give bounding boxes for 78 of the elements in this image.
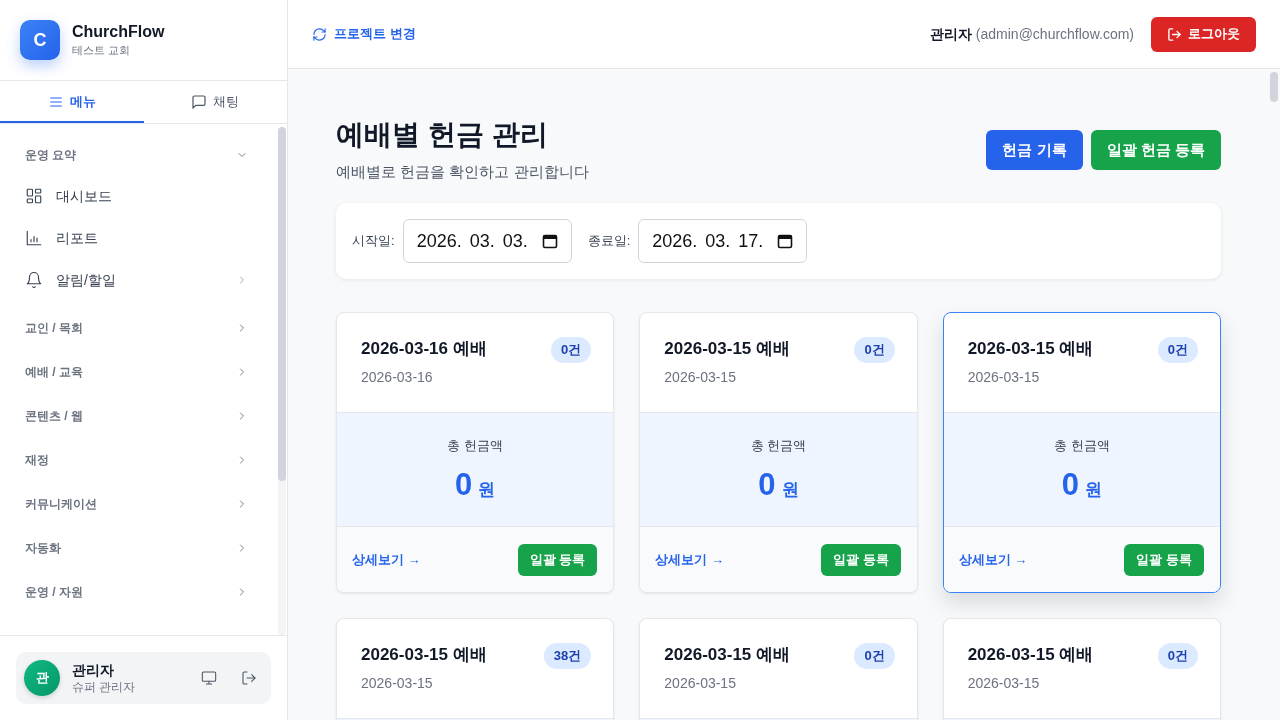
service-title: 2026-03-16 예배 bbox=[361, 338, 487, 360]
count-badge: 0건 bbox=[854, 337, 895, 363]
end-date-field[interactable]: 2026. 03. 17. bbox=[638, 219, 808, 263]
refresh-icon bbox=[312, 26, 327, 42]
user-email: (admin@churchflow.com) bbox=[975, 24, 1134, 44]
service-date: 2026-03-15 bbox=[361, 674, 434, 693]
menu-item[interactable]: 대시보드 bbox=[24, 175, 248, 217]
menu-item-label: 알림/할일 bbox=[56, 270, 116, 290]
total-label: 총 헌금액 bbox=[1054, 436, 1110, 455]
service-date: 2026-03-15 bbox=[967, 674, 1041, 693]
service-title: 2026-03-15 예배 bbox=[361, 644, 487, 666]
count-badge: 0건 bbox=[854, 643, 895, 669]
bell-icon bbox=[25, 271, 43, 289]
currency-unit: 원 bbox=[478, 478, 496, 501]
bulk-register-button[interactable]: 일괄 등록 bbox=[821, 543, 901, 576]
menu-section-header[interactable]: 운영 / 자원 bbox=[24, 570, 248, 614]
menu-section-header[interactable]: 재정 bbox=[24, 438, 248, 482]
detail-link[interactable]: 상세보기 → bbox=[352, 549, 421, 570]
menu-item-label: 리포트 bbox=[56, 228, 98, 248]
bulk-register-button[interactable]: 일괄 등록 bbox=[1124, 543, 1204, 576]
menu-item[interactable]: 알림/할일 bbox=[24, 259, 248, 301]
count-badge: 0건 bbox=[551, 337, 592, 363]
logout-icon bbox=[1167, 26, 1182, 42]
logo-icon: C bbox=[20, 20, 60, 60]
bar-chart-icon bbox=[25, 229, 43, 247]
service-title: 2026-03-15 예배 bbox=[967, 338, 1094, 360]
start-date-label: 시작일: bbox=[352, 232, 395, 251]
calendar-icon bbox=[777, 233, 794, 249]
page-title: 예배별 헌금 관리 bbox=[336, 118, 549, 152]
end-date-label: 종료일: bbox=[587, 232, 631, 251]
service-title: 2026-03-15 예배 bbox=[967, 644, 1094, 666]
record-offering-button[interactable]: 헌금 기록 bbox=[986, 130, 1083, 170]
detail-link[interactable]: 상세보기 → bbox=[958, 549, 1028, 570]
chat-bubble-icon bbox=[191, 94, 208, 110]
logout-icon bbox=[241, 670, 257, 686]
service-date: 2026-03-15 bbox=[664, 368, 737, 387]
menu-section-header[interactable]: 콘텐츠 / 웹 bbox=[24, 394, 248, 438]
project-switch-link[interactable]: 프로젝트 변경 bbox=[312, 24, 416, 44]
user-role: 슈퍼 관리자 bbox=[72, 679, 136, 695]
total-label: 총 헌금액 bbox=[447, 436, 503, 455]
service-date: 2026-03-16 bbox=[361, 368, 434, 387]
app-name: ChurchFlow bbox=[72, 22, 165, 42]
scrollbar-thumb[interactable] bbox=[278, 127, 286, 481]
menu-icon bbox=[47, 94, 64, 110]
total-amount: 0 bbox=[455, 466, 473, 503]
church-name: 테스트 교회 bbox=[72, 43, 132, 58]
avatar: 관 bbox=[24, 660, 60, 696]
user-name: 관리자 bbox=[72, 661, 115, 679]
currency-unit: 원 bbox=[1084, 478, 1102, 501]
service-title: 2026-03-15 예배 bbox=[664, 644, 790, 666]
user-name: 관리자 bbox=[929, 24, 972, 44]
menu-section-header[interactable]: 자동화 bbox=[24, 526, 248, 570]
start-date-field[interactable]: 2026. 03. 03. bbox=[402, 219, 572, 263]
logout-button[interactable]: 로그아웃 bbox=[1151, 16, 1256, 52]
page-subtitle: 예배별로 헌금을 확인하고 관리합니다 bbox=[336, 162, 589, 182]
dashboard-icon bbox=[25, 187, 43, 205]
monitor-icon bbox=[201, 670, 217, 686]
menu-section-header[interactable]: 교인 / 목회 bbox=[24, 306, 248, 350]
count-badge: 0건 bbox=[1157, 337, 1198, 363]
menu-section-header[interactable]: 커뮤니케이션 bbox=[24, 482, 248, 526]
menu-item-label: 대시보드 bbox=[56, 186, 112, 206]
service-date: 2026-03-15 bbox=[664, 674, 737, 693]
menu-section-header[interactable]: 운영 요약 bbox=[24, 135, 248, 175]
service-title: 2026-03-15 예배 bbox=[664, 338, 790, 360]
service-date: 2026-03-15 bbox=[967, 368, 1041, 387]
count-badge: 0건 bbox=[1157, 643, 1198, 669]
count-badge: 38건 bbox=[543, 643, 592, 669]
scrollbar-thumb[interactable] bbox=[1270, 72, 1278, 102]
bulk-register-button[interactable]: 일괄 등록 bbox=[517, 543, 598, 576]
total-label: 총 헌금액 bbox=[750, 436, 807, 455]
bulk-offering-button[interactable]: 일괄 헌금 등록 bbox=[1090, 130, 1221, 170]
total-amount: 0 bbox=[758, 466, 776, 503]
total-amount: 0 bbox=[1061, 466, 1079, 503]
calendar-icon bbox=[541, 233, 558, 249]
menu-section-header[interactable]: 예배 / 교육 bbox=[24, 350, 248, 394]
detail-link[interactable]: 상세보기 → bbox=[655, 549, 724, 570]
menu-item[interactable]: 리포트 bbox=[24, 217, 248, 259]
currency-unit: 원 bbox=[781, 478, 799, 501]
